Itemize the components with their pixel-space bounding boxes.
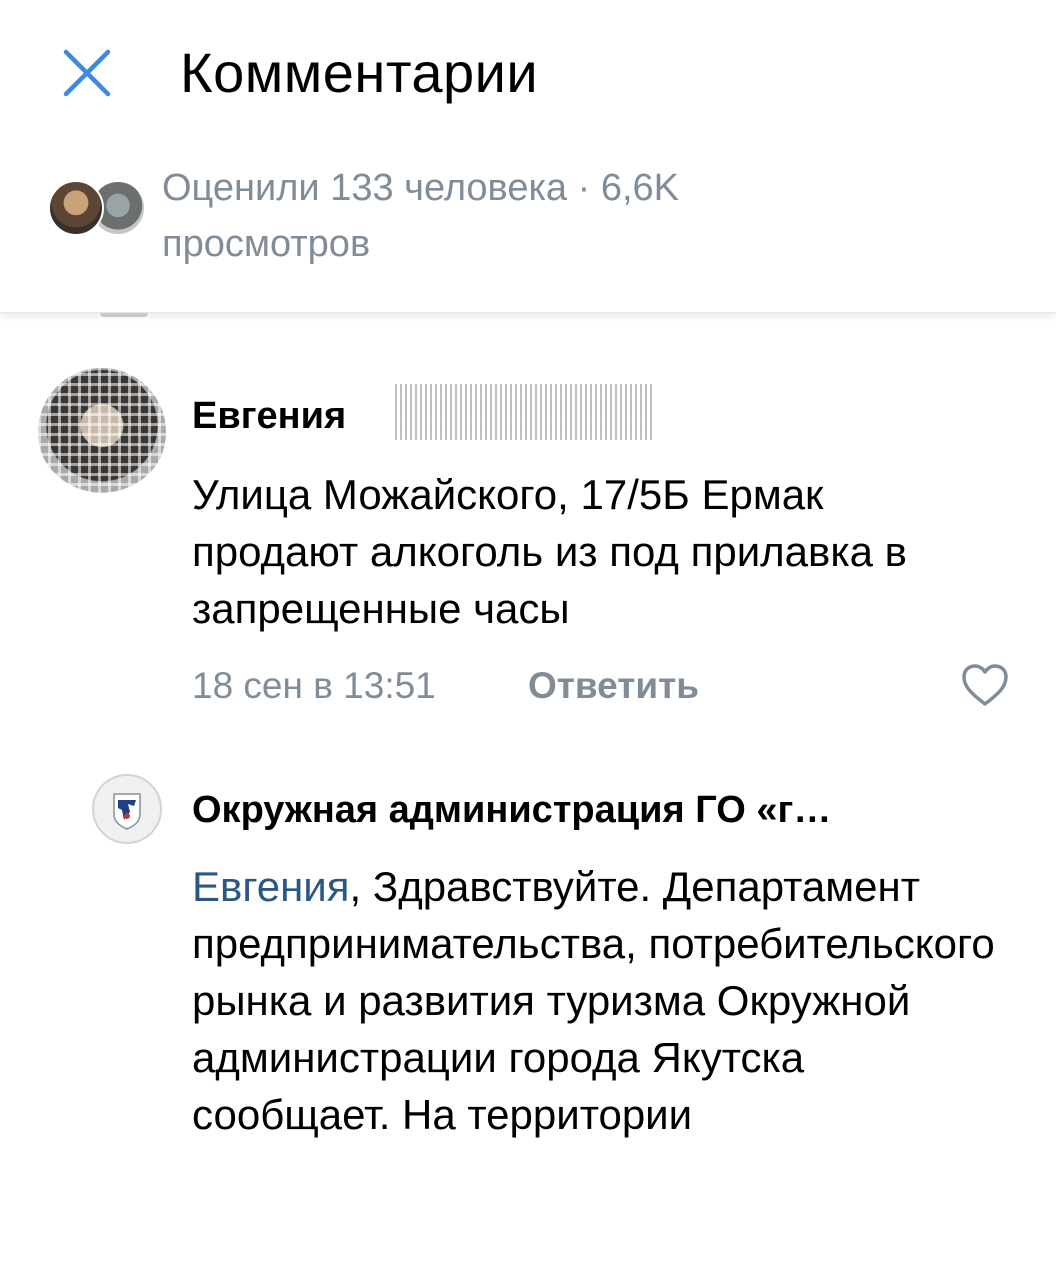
reply-button[interactable]: Ответить: [528, 662, 699, 710]
previous-comment-edge: [100, 313, 148, 317]
comment-text: Евгения, Здравствуйте. Департамент предп…: [192, 858, 1012, 1143]
like-button[interactable]: [960, 662, 1010, 708]
coat-of-arms-icon: [113, 793, 141, 830]
comment-author[interactable]: Окружная администрация ГО «г…: [192, 786, 831, 834]
close-button[interactable]: [58, 44, 116, 102]
avatar[interactable]: [38, 368, 166, 496]
comment-author[interactable]: Евгения: [192, 392, 346, 440]
likers-avatars[interactable]: [48, 180, 148, 236]
mention-link[interactable]: Евгения: [192, 863, 349, 910]
close-icon: [63, 49, 111, 97]
avatar: [48, 180, 104, 236]
likes-summary[interactable]: Оценили 133 человека · 6,6K просмотров: [162, 160, 862, 272]
comment-timestamp: 18 сен в 13:51: [192, 665, 436, 706]
heart-icon: [962, 664, 1008, 706]
page-title: Комментарии: [180, 41, 539, 104]
avatar[interactable]: [92, 774, 162, 844]
comments-header: Комментарии Оценили 133 человека · 6,6K …: [0, 0, 1056, 313]
comment-text: Улица Можайского, 17/5Б Ермак продают ал…: [192, 471, 907, 632]
redacted-surname: [395, 384, 655, 440]
